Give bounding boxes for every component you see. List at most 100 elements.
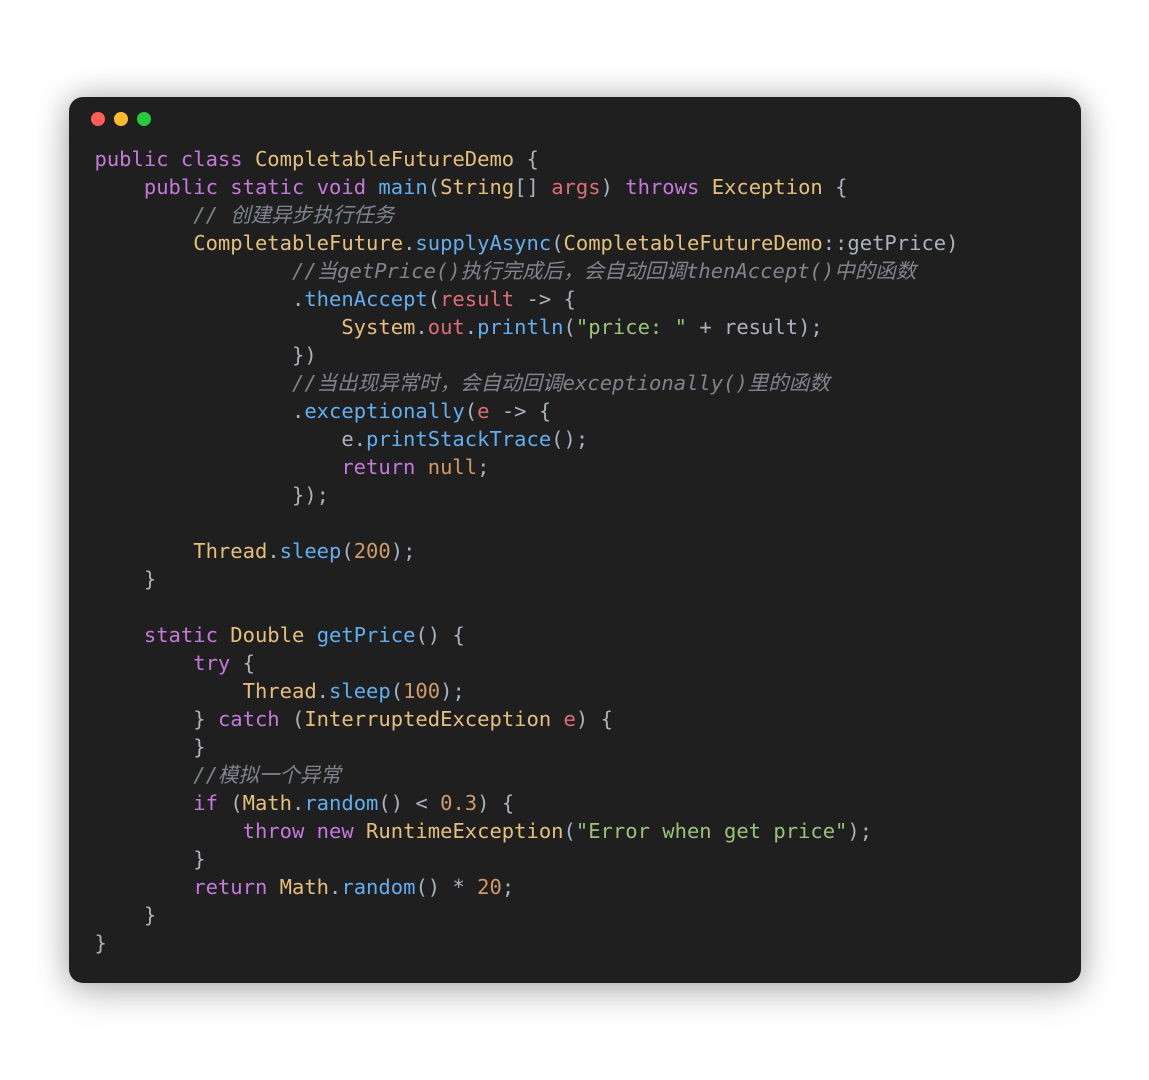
fn-random: random [341,875,415,899]
kw-static: static [230,175,304,199]
fn-exceptionally: exceptionally [304,399,464,423]
brace-open: { [835,175,847,199]
code-window: public class CompletableFutureDemo { pub… [69,97,1081,983]
comment-create: // 创建异步执行任务 [193,203,394,227]
code-block[interactable]: public class CompletableFutureDemo { pub… [69,141,1081,983]
paren-open: ( [465,399,477,423]
paren-open: ( [230,791,242,815]
brace-open: { [527,147,539,171]
ty-thread: Thread [193,539,267,563]
paren-close: ) [428,623,440,647]
ty-math: Math [243,791,292,815]
star: * [452,875,464,899]
comment-exceptionally: //当出现异常时，会自动回调exceptionally()里的函数 [292,371,830,395]
semi: ; [477,455,489,479]
ty-exception: Exception [712,175,823,199]
kw-public: public [144,175,218,199]
kw-throws: throws [625,175,699,199]
paren-open: ( [428,175,440,199]
paren-open: ( [378,791,390,815]
arrow: -> [527,287,552,311]
semi: ; [317,483,329,507]
str-price: "price: " [576,315,687,339]
ty-cf: CompletableFuture [193,231,403,255]
lt: < [415,791,427,815]
id-result: result [724,315,798,339]
fn-printstack: printStackTrace [366,427,551,451]
brace-open: { [502,791,514,815]
brace-close: } [193,707,205,731]
ty-system: System [341,315,415,339]
paren-close: ) [601,175,613,199]
semi: ; [576,427,588,451]
arrow: -> [502,399,527,423]
dot: . [403,231,415,255]
paren-open: ( [391,679,403,703]
str-err: "Error when get price" [576,819,848,843]
paren-open: ( [428,287,440,311]
comment-thenaccept: //当getPrice()执行完成后，会自动回调thenAccept()中的函数 [292,259,916,283]
ty-math: Math [280,875,329,899]
param-result: result [440,287,514,311]
fn-main: main [378,175,427,199]
brace-open: { [564,287,576,311]
paren-open: ( [341,539,353,563]
dot: . [292,399,304,423]
paren-open: ( [564,315,576,339]
brace-open: { [539,399,551,423]
class-name: CompletableFutureDemo [255,147,514,171]
paren-open: ( [292,707,304,731]
paren-close: ) [477,791,489,815]
stage: public class CompletableFutureDemo { pub… [0,0,1149,1080]
brace-close: } [292,483,304,507]
kw-try: try [193,651,230,675]
kw-return: return [193,875,267,899]
brace-close: } [292,343,304,367]
dot: . [317,679,329,703]
kw-throw: throw [243,819,305,843]
num-20: 20 [477,875,502,899]
dot: . [415,315,427,339]
fn-random: random [304,791,378,815]
ty-thread: Thread [243,679,317,703]
dot: . [354,427,366,451]
paren-close: ) [304,343,316,367]
semi: ; [502,875,514,899]
close-icon[interactable] [91,112,105,126]
dot: . [329,875,341,899]
paren-close: ) [798,315,810,339]
paren-open: ( [415,875,427,899]
ty-double: Double [230,623,304,647]
paren-close: ) [946,231,958,255]
plus: + [699,315,711,339]
param-e: e [564,707,576,731]
id-e: e [341,427,353,451]
dot: . [292,287,304,311]
paren-close: ) [391,539,403,563]
paren-open: ( [551,231,563,255]
brace-close: } [193,735,205,759]
num-100: 100 [403,679,440,703]
paren-close: ) [304,483,316,507]
fn-println: println [477,315,563,339]
arg-args: args [551,175,600,199]
double-colon: :: [823,231,848,255]
ty-ie: InterruptedException [304,707,551,731]
fn-getprice: getPrice [317,623,416,647]
semi: ; [403,539,415,563]
comment-mock: //模拟一个异常 [193,763,341,787]
brace-close: } [193,847,205,871]
fn-sleep: sleep [280,539,342,563]
num-03: 0.3 [440,791,477,815]
paren-close: ) [428,875,440,899]
ty-cfdemo: CompletableFutureDemo [564,231,823,255]
kw-class: class [181,147,243,171]
minimize-icon[interactable] [114,112,128,126]
zoom-icon[interactable] [137,112,151,126]
semi: ; [860,819,872,843]
kw-void: void [317,175,366,199]
kw-if: if [193,791,218,815]
paren-close: ) [576,707,588,731]
paren-open: ( [564,819,576,843]
paren-close: ) [847,819,859,843]
